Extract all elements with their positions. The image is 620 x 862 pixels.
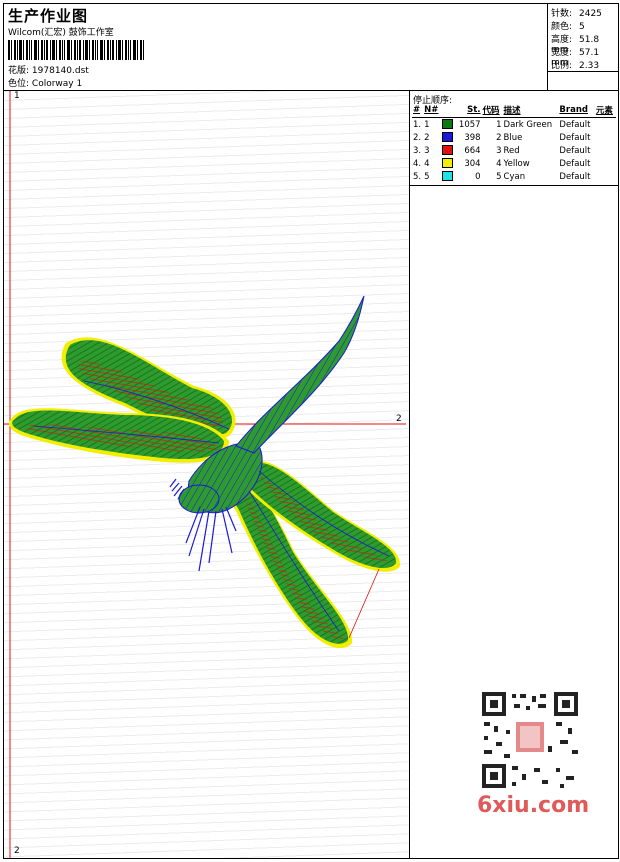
row-code: 3	[496, 145, 502, 156]
colorway-value: Colorway 1	[31, 79, 83, 89]
colorway: 色位: Colorway 1	[8, 76, 82, 89]
qr-code-icon	[476, 686, 584, 794]
stitch-count: 针数: 2425	[551, 9, 602, 19]
color-swatch-icon	[442, 145, 454, 156]
worksheet-header: 生产作业图 Wilcom(汇宏) 鼓饰工作室 花版: 1978140.dst 色…	[4, 4, 619, 91]
color-count: 颜色: 5	[551, 22, 585, 32]
design-value: 1978140.dst	[31, 66, 89, 76]
row-stitches: 1057	[458, 119, 481, 130]
row-element	[595, 118, 616, 132]
row-element	[595, 170, 616, 183]
stop-sequence-panel: 停止顺序: # N# St. 代码 描述 Brand 元素 1. 1 1057 1 Da…	[410, 91, 618, 858]
table-row: 5. 5 0 5 Cyan Default	[412, 170, 616, 183]
color-swatch-icon	[442, 132, 454, 143]
axis-label-right: 2	[396, 414, 402, 424]
row-description: Cyan	[503, 171, 526, 182]
row-needle: 1	[424, 119, 430, 130]
table-header-row: # N# St. 代码 描述 Brand 元素	[412, 103, 616, 118]
design-stats: 针数: 2425 颜色: 5 高度: 51.8 mm 宽度: 57.1 mm 比例: 2.…	[547, 4, 619, 90]
col-needle: N#	[423, 103, 442, 118]
color-swatch-icon	[442, 171, 454, 182]
row-index: 5.	[413, 171, 422, 182]
col-index: #	[412, 103, 424, 118]
row-brand: Default	[559, 119, 591, 130]
color-swatch-icon	[442, 119, 454, 130]
table-row: 4. 4 304 4 Yellow Default	[412, 157, 616, 170]
row-code: 1	[496, 119, 502, 130]
row-swatch	[441, 157, 455, 170]
row-swatch	[441, 131, 455, 144]
row-brand: Default	[559, 132, 591, 143]
axis-label-bottom: 2	[14, 846, 20, 856]
col-code: 代码	[481, 103, 503, 118]
row-description: Dark Green	[503, 119, 553, 130]
row-brand: Default	[559, 171, 591, 182]
row-brand: Default	[559, 145, 591, 156]
row-swatch	[441, 170, 455, 183]
row-description: Blue	[503, 132, 523, 143]
col-color	[441, 103, 456, 118]
col-element: 元素	[594, 103, 616, 118]
barcode-icon	[8, 40, 144, 60]
row-needle: 5	[424, 171, 430, 182]
table-divider	[410, 185, 618, 186]
color-sequence-table: # N# St. 代码 描述 Brand 元素 1. 1 1057 1 Dark Gre…	[412, 103, 616, 183]
row-needle: 2	[424, 132, 430, 143]
row-element	[595, 157, 616, 170]
col-brand: Brand	[558, 103, 595, 118]
row-element	[595, 131, 616, 144]
row-description: Yellow	[503, 158, 530, 169]
row-brand: Default	[559, 158, 591, 169]
production-worksheet: 生产作业图 Wilcom(汇宏) 鼓饰工作室 花版: 1978140.dst 色…	[3, 3, 619, 859]
company-name: Wilcom(汇宏) 鼓饰工作室	[8, 28, 114, 38]
row-stitches: 398	[464, 132, 481, 143]
page-title: 生产作业图	[8, 7, 89, 25]
design-file: 花版: 1978140.dst	[8, 63, 89, 76]
design-label: 花版:	[8, 66, 30, 76]
color-swatch-icon	[442, 158, 454, 169]
row-stitches: 0	[475, 171, 481, 182]
row-code: 2	[496, 132, 502, 143]
row-stitches: 664	[464, 145, 481, 156]
dragonfly-embroidery-image	[4, 91, 406, 858]
col-description: 描述	[502, 103, 559, 118]
table-row: 3. 3 664 3 Red Default	[412, 144, 616, 157]
embroidery-preview: 1 2 2	[4, 91, 410, 858]
row-swatch	[441, 118, 455, 132]
row-stitches: 304	[464, 158, 481, 169]
row-code: 5	[496, 171, 502, 182]
axis-label-top: 1	[14, 91, 20, 101]
row-index: 4.	[413, 158, 422, 169]
col-stitches: St.	[455, 103, 482, 118]
watermark-text: 6xiu.com	[477, 793, 590, 818]
stats-divider	[548, 71, 619, 72]
row-code: 4	[496, 158, 502, 169]
row-element	[595, 144, 616, 157]
colorway-label: 色位:	[8, 79, 30, 89]
table-row: 2. 2 398 2 Blue Default	[412, 131, 616, 144]
row-index: 1.	[413, 119, 422, 130]
table-row: 1. 1 1057 1 Dark Green Default	[412, 118, 616, 132]
row-index: 3.	[413, 145, 422, 156]
design-scale: 比例: 2.33	[551, 61, 600, 71]
row-needle: 4	[424, 158, 430, 169]
row-index: 2.	[413, 132, 422, 143]
row-description: Red	[503, 145, 520, 156]
row-swatch	[441, 144, 455, 157]
row-needle: 3	[424, 145, 430, 156]
